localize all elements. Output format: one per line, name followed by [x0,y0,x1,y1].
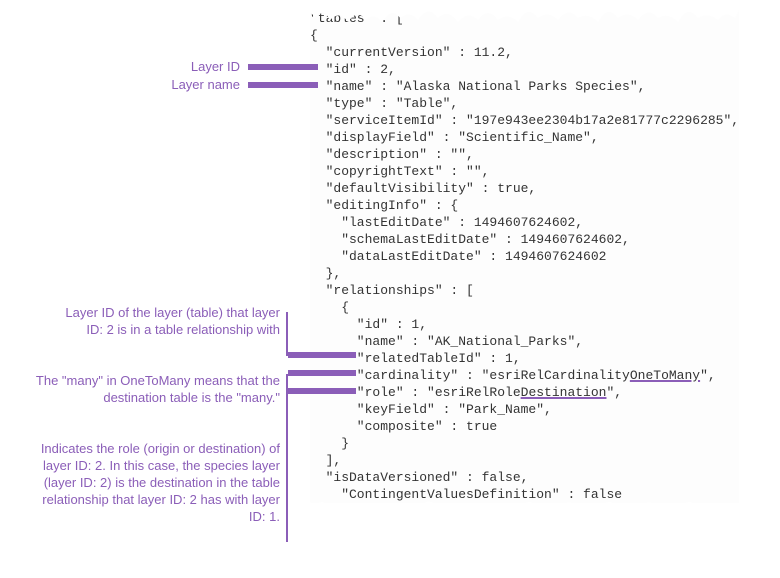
code-line: ], [310,452,739,469]
code-line: { [310,27,739,44]
code-line: "description" : "", [310,146,739,163]
code-line: "dataLastEditDate" : 1494607624602 [310,248,739,265]
code-line: "keyField" : "Park_Name", [310,401,739,418]
leader-line [288,352,356,358]
code-line: "id" : 1, [310,316,739,333]
leader-line [288,388,356,394]
code-line: "schemaLastEditDate" : 1494607624602, [310,231,739,248]
annotation-layer-name: Layer name [90,76,240,93]
code-line: "type" : "Table", [310,95,739,112]
code-line: } [310,435,739,452]
code-line: "tables" : [ [310,10,739,27]
code-line: }, [310,265,739,282]
code-line: "role" : "esriRelRoleDestination", [310,384,739,401]
leader-line [248,82,318,88]
leader-line [286,312,288,356]
code-line: "serviceItemId" : "197e943ee2304b17a2e81… [310,112,739,129]
code-line: "defaultVisibility" : true, [310,180,739,197]
code-line: "id" : 2, [310,61,739,78]
code-line: "lastEditDate" : 1494607624602, [310,214,739,231]
code-line: "copyrightText" : "", [310,163,739,180]
annotation-onetomany: The "many" in OneToMany means that the d… [30,372,280,406]
code-line: { [310,299,739,316]
json-code-block: "tables" : [ { "currentVersion" : 11.2, … [310,10,739,503]
annotation-layer-id: Layer ID [90,58,240,75]
annotation-related-table: Layer ID of the layer (table) that layer… [50,304,280,338]
code-line: "relatedTableId" : 1, [310,350,739,367]
code-line: "relationships" : [ [310,282,739,299]
code-line: "name" : "AK_National_Parks", [310,333,739,350]
code-line: "isDataVersioned" : false, [310,469,739,486]
leader-line [288,370,356,376]
code-line: "editingInfo" : { [310,197,739,214]
leader-line [286,392,288,542]
leader-line [248,64,318,70]
code-line: "composite" : true [310,418,739,435]
code-line: "currentVersion" : 11.2, [310,44,739,61]
annotation-role: Indicates the role (origin or destinatio… [30,440,280,525]
code-line: "cardinality" : "esriRelCardinalityOneTo… [310,367,739,384]
code-line: "name" : "Alaska National Parks Species"… [310,78,739,95]
code-line: "displayField" : "Scientific_Name", [310,129,739,146]
code-line: "ContingentValuesDefinition" : false [310,486,739,503]
